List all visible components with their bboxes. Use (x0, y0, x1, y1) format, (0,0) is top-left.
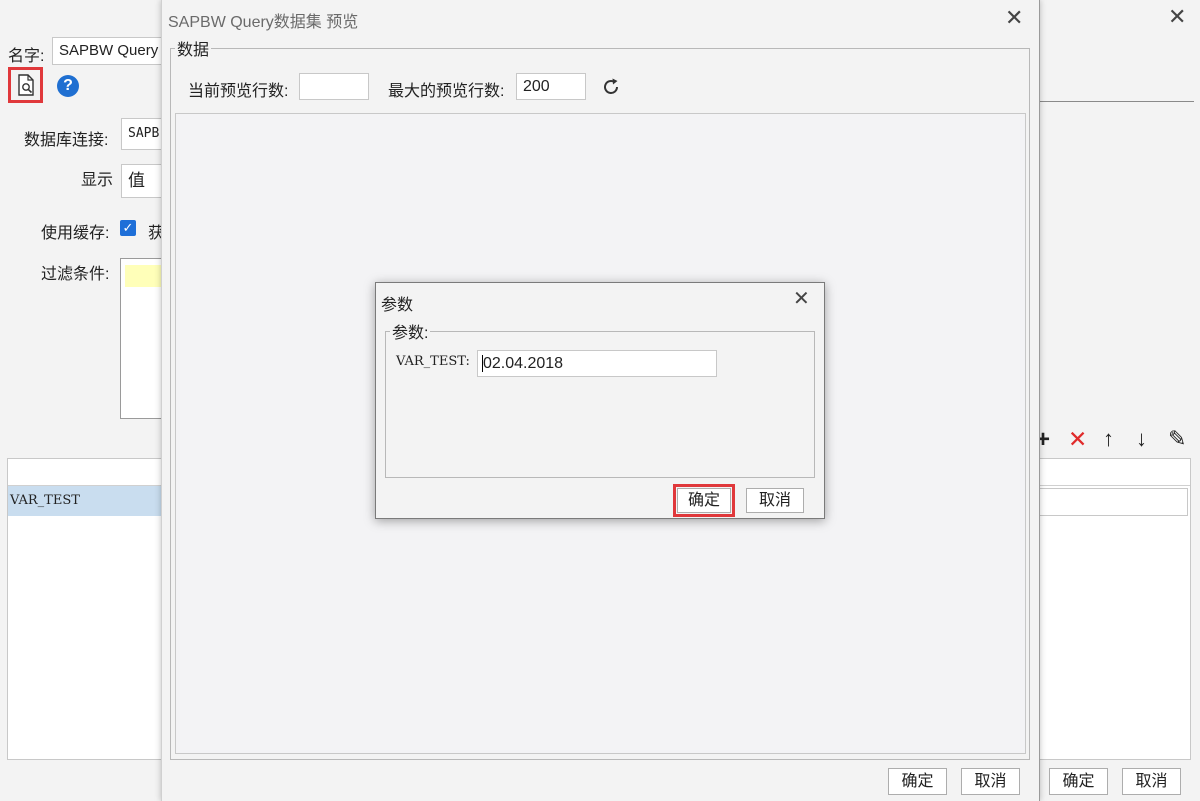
max-rows-input[interactable]: 200 (516, 73, 586, 100)
name-input[interactable]: SAPBW Query (52, 37, 164, 65)
refresh-icon (604, 78, 618, 94)
preview-cancel-button[interactable]: 取消 (961, 768, 1020, 795)
param-ok-button[interactable]: 确定 (677, 488, 731, 513)
param-dialog-title: 参数 (381, 297, 414, 314)
display-label: 显示 (81, 172, 114, 189)
filter-current-line (125, 265, 165, 287)
db-connection-select[interactable]: SAPB (121, 118, 166, 150)
param-cancel-button[interactable]: 取消 (746, 488, 804, 513)
current-rows-input[interactable] (299, 73, 369, 100)
var-test-value: 02.04.2018 (482, 355, 564, 372)
param-table-row[interactable]: VAR_TEST (8, 486, 162, 516)
bg-ok-button[interactable]: 确定 (1049, 768, 1108, 795)
param-table-left: VAR_TEST (7, 458, 163, 760)
preview-window-title: SAPBW Query数据集 预览 (168, 14, 359, 31)
var-test-label: VAR_TEST: (396, 354, 470, 369)
preview-button[interactable] (12, 70, 40, 100)
use-cache-label: 使用缓存: (41, 225, 110, 242)
divider (1038, 101, 1194, 102)
help-icon[interactable]: ? (57, 75, 79, 97)
delete-icon[interactable]: ✕ (1068, 428, 1087, 451)
bg-close-icon[interactable]: ✕ (1168, 6, 1186, 28)
filter-textarea[interactable] (120, 258, 166, 419)
var-test-input[interactable]: 02.04.2018 (477, 350, 717, 377)
param-table-header-right (1038, 459, 1190, 486)
move-down-icon[interactable]: ↓ (1136, 428, 1147, 450)
param-dialog-close-icon[interactable]: ✕ (793, 289, 810, 309)
param-dialog: 参数 ✕ 参数: VAR_TEST: 02.04.2018 确定 取消 (375, 282, 825, 519)
param-table-right (1038, 458, 1191, 760)
param-table-header (8, 459, 162, 486)
filter-label: 过滤条件: (41, 266, 110, 283)
bg-cancel-button[interactable]: 取消 (1122, 768, 1181, 795)
preview-close-icon[interactable]: ✕ (1005, 7, 1023, 29)
max-rows-label: 最大的预览行数: (388, 83, 505, 100)
preview-icon (18, 74, 34, 96)
param-group-legend: 参数: (392, 325, 429, 342)
display-select[interactable]: 值 (121, 164, 166, 198)
move-up-icon[interactable]: ↑ (1103, 428, 1114, 450)
preview-ok-button[interactable]: 确定 (888, 768, 947, 795)
param-group: 参数: (385, 319, 815, 478)
name-label: 名字: (8, 48, 45, 65)
refresh-button[interactable] (600, 76, 622, 98)
edit-icon[interactable]: ✎ (1168, 428, 1186, 450)
db-connection-label: 数据库连接: (24, 132, 109, 149)
use-cache-checkbox[interactable]: ✓ (120, 220, 136, 236)
current-rows-label: 当前预览行数: (188, 83, 289, 100)
param-table-cell-right[interactable] (1038, 488, 1188, 516)
data-group-legend: 数据 (177, 42, 210, 59)
